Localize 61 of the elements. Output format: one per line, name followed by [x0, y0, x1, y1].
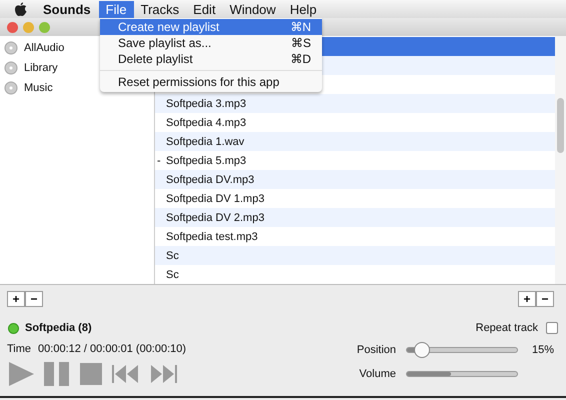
repeat-checkbox[interactable]: [546, 322, 558, 334]
list-row[interactable]: Softpedia test.mp3: [155, 227, 555, 246]
list-row[interactable]: Sc: [155, 265, 555, 284]
playing-marker: -: [156, 154, 162, 166]
menu-item[interactable]: Window: [222, 0, 283, 18]
now-playing-title: Softpedia (8): [25, 322, 92, 334]
shortcut-label: ⌘D: [290, 52, 311, 66]
pause-icon[interactable]: [43, 361, 71, 387]
play-icon[interactable]: [7, 361, 35, 387]
volume-label: Volume: [358, 368, 396, 380]
list-row[interactable]: - Softpedia 5.mp3: [155, 151, 555, 170]
disc-icon: [4, 61, 18, 75]
track-name: Softpedia 1.wav: [166, 136, 244, 148]
menu-item[interactable]: Save playlist as... ⌘S: [100, 35, 322, 51]
position-label: Position: [356, 344, 396, 356]
repeat-label: Repeat track: [476, 322, 538, 334]
track-name: Sc: [166, 250, 179, 262]
menu-item[interactable]: Create new playlist ⌘N: [100, 19, 322, 35]
stop-icon[interactable]: [79, 361, 103, 387]
shortcut-label: ⌘S: [290, 36, 311, 50]
track-name: Softpedia 3.mp3: [166, 98, 246, 110]
menu-item[interactable]: Help: [282, 0, 324, 18]
track-name: Softpedia 5.mp3: [166, 154, 246, 166]
minimize-button[interactable]: [23, 22, 34, 32]
remove-button[interactable]: −: [536, 291, 554, 307]
track-name: Softpedia test.mp3: [166, 230, 258, 242]
apple-icon[interactable]: [14, 2, 27, 16]
add-button[interactable]: +: [518, 291, 536, 307]
track-name: Sc: [166, 268, 179, 280]
track-name: Softpedia DV 2.mp3: [166, 212, 264, 224]
list-row[interactable]: Softpedia DV 2.mp3: [155, 208, 555, 227]
app-menu[interactable]: Sounds: [43, 2, 91, 16]
previous-icon[interactable]: [111, 364, 141, 384]
status-dot: [8, 322, 19, 334]
list-row[interactable]: Softpedia 1.wav: [155, 132, 555, 151]
menu-item[interactable]: Delete playlist ⌘D: [100, 51, 322, 67]
disc-icon: [4, 81, 18, 95]
menu-item[interactable]: Edit: [186, 0, 223, 18]
track-name: Softpedia DV.mp3: [166, 174, 254, 186]
close-button[interactable]: [7, 22, 18, 32]
list-row[interactable]: Softpedia 3.mp3: [155, 94, 555, 113]
time-value: 00:00:12 / 00:00:01 (00:00:10): [38, 343, 186, 355]
list-row[interactable]: Softpedia 4.mp3: [155, 113, 555, 132]
scrollbar[interactable]: [555, 36, 566, 284]
add-button[interactable]: +: [7, 291, 25, 307]
time-label: Time: [7, 343, 32, 355]
position-slider[interactable]: [406, 342, 518, 358]
menu-item[interactable]: Reset permissions for this app: [100, 74, 322, 90]
position-reading: 15%: [530, 344, 554, 356]
menu-item[interactable]: File: [98, 0, 134, 18]
track-name: Softpedia 4.mp3: [166, 116, 246, 128]
remove-button[interactable]: −: [25, 291, 43, 307]
zoom-button[interactable]: [39, 22, 50, 32]
next-icon[interactable]: [149, 364, 179, 384]
list-row[interactable]: Softpedia DV 1.mp3: [155, 189, 555, 208]
menu-item[interactable]: Tracks: [134, 0, 186, 18]
disc-icon: [4, 41, 18, 55]
list-row[interactable]: Softpedia DV.mp3: [155, 170, 555, 189]
shortcut-label: ⌘N: [290, 20, 311, 34]
track-name: Softpedia DV 1.mp3: [166, 192, 264, 204]
list-row[interactable]: Sc: [155, 246, 555, 265]
